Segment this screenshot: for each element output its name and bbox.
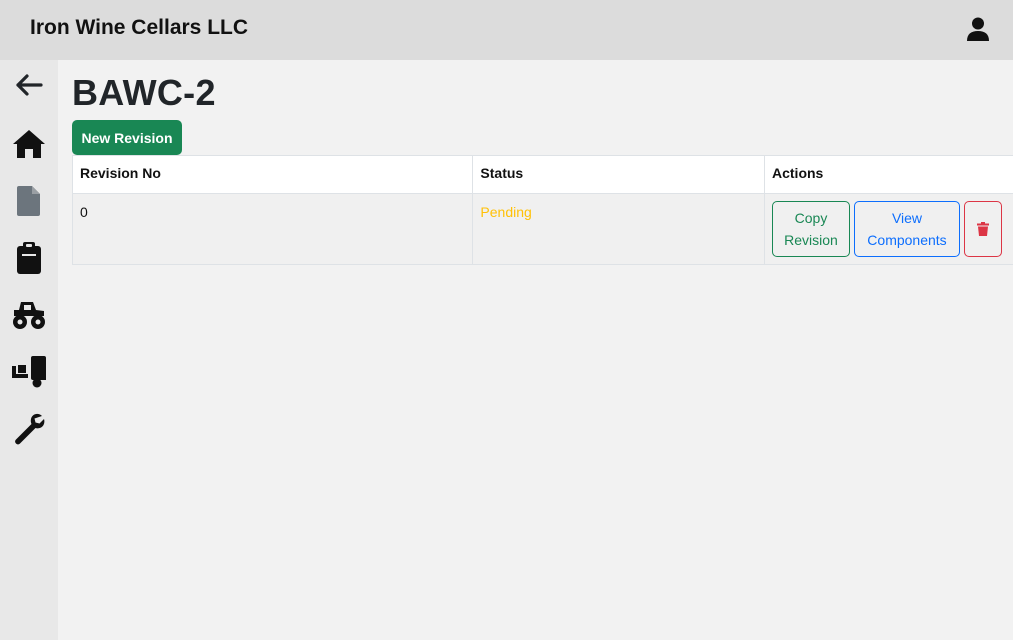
dolly-icon[interactable] (11, 355, 47, 389)
column-header-revision-no: Revision No (71, 155, 474, 194)
monster-truck-icon[interactable] (11, 298, 47, 332)
copy-revision-label-line2: Revision (784, 232, 838, 248)
main-content: BAWC-2 New Revision Revision No Status A… (58, 60, 1013, 640)
clipboard-icon[interactable] (11, 241, 47, 275)
view-components-label-line2: Components (867, 232, 947, 248)
column-header-status: Status (472, 155, 765, 194)
view-components-button[interactable]: View Components (854, 201, 960, 257)
copy-revision-button[interactable]: Copy Revision (772, 201, 850, 257)
new-revision-button[interactable]: New Revision (72, 120, 182, 155)
status-cell: Pending (472, 193, 765, 265)
user-icon[interactable] (967, 17, 989, 41)
table-row: 0 Pending Copy Revision View Components (71, 193, 1013, 265)
delete-revision-button[interactable] (964, 201, 1002, 257)
arrow-left-icon[interactable] (11, 68, 47, 102)
sidebar (0, 60, 58, 640)
copy-revision-label-line1: Copy (794, 210, 828, 226)
company-name[interactable]: Iron Wine Cellars LLC (30, 16, 248, 40)
page-title: BAWC-2 (72, 72, 216, 113)
wrench-icon[interactable] (11, 412, 47, 446)
table-header-row: Revision No Status Actions (71, 155, 1013, 194)
revisions-table: Revision No Status Actions 0 Pending Cop… (71, 155, 1013, 265)
revision-no-cell: 0 (71, 193, 474, 265)
view-components-label-line1: View (891, 210, 923, 226)
document-icon[interactable] (11, 184, 47, 218)
trash-icon (977, 221, 989, 239)
top-navbar: Iron Wine Cellars LLC (0, 0, 1013, 60)
actions-cell: Copy Revision View Components (764, 193, 1013, 265)
home-icon[interactable] (11, 127, 47, 161)
column-header-actions: Actions (764, 155, 1013, 194)
